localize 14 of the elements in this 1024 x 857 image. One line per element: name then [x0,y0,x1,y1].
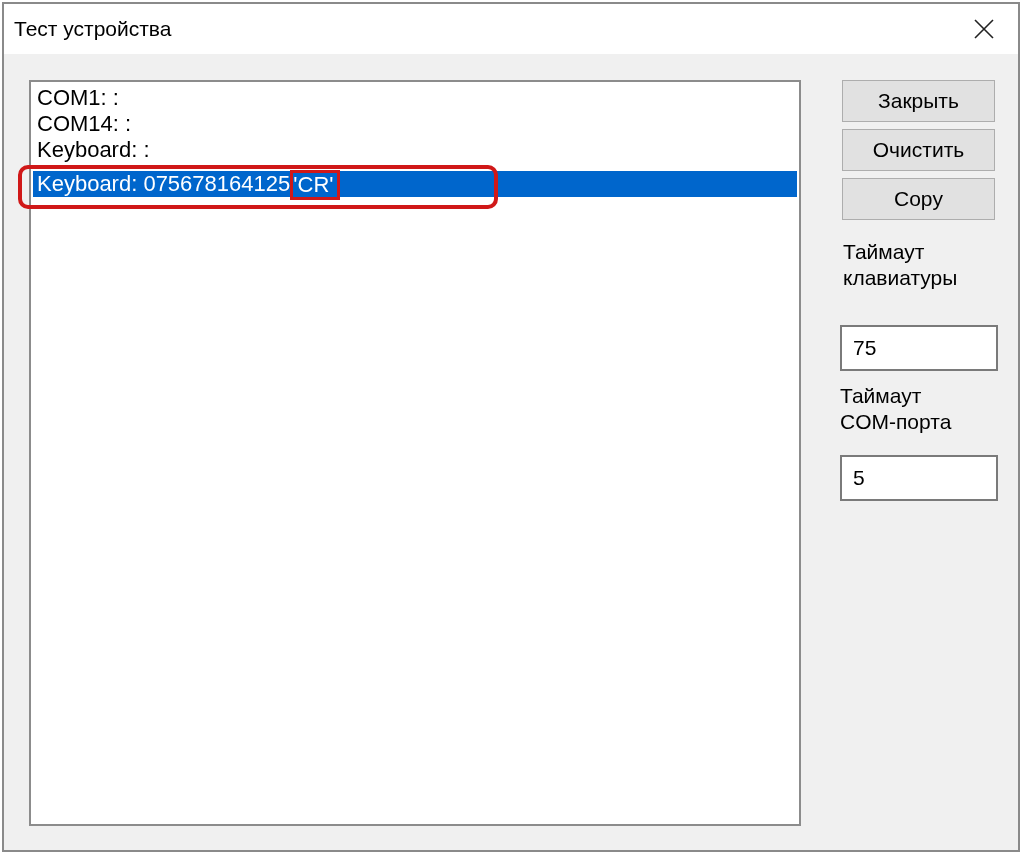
log-list-item[interactable]: COM14: : [33,111,797,137]
log-list-item[interactable]: COM1: : [33,85,797,111]
timeout-field[interactable]: 75 [840,325,998,371]
field-label: Таймаут COM-порта [840,383,953,435]
highlight-marker: 'CR' [290,170,340,200]
log-list-item[interactable]: Keyboard: 075678164125'CR' [33,171,797,197]
timeout-field[interactable]: 5 [840,455,998,501]
log-list-item[interactable]: Keyboard: : [33,137,797,163]
close-icon [974,19,994,39]
dialog-button[interactable]: Очистить [842,129,995,171]
field-label: Таймаут клавиатуры [843,239,959,291]
dialog-button[interactable]: Copy [842,178,995,220]
window-title: Тест устройства [14,17,172,41]
dialog-button[interactable]: Закрыть [842,80,995,122]
